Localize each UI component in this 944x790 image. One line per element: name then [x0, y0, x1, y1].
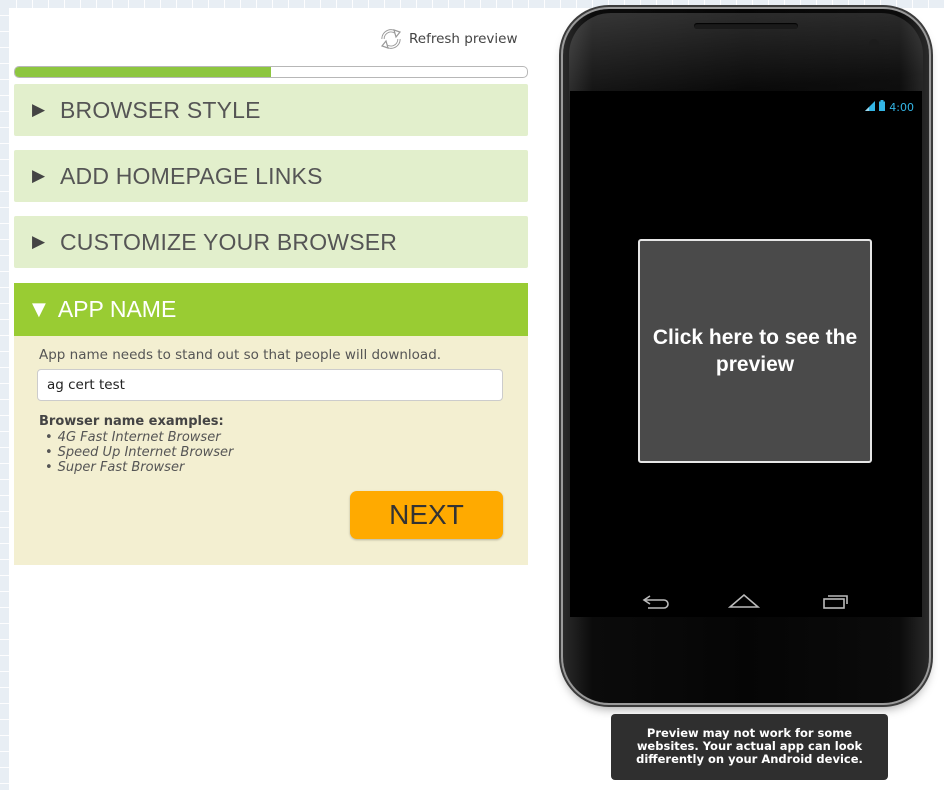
section-browser-style[interactable]: ▶ BROWSER STYLE: [14, 84, 528, 136]
list-item: 4G Fast Internet Browser: [45, 430, 233, 445]
phone-screen: 4:00 Click here to see the preview: [570, 91, 922, 617]
background-grid-top: [0, 0, 944, 8]
section-add-homepage-links[interactable]: ▶ ADD HOMEPAGE LINKS: [14, 150, 528, 202]
expand-arrow-icon: ▶: [32, 166, 46, 186]
examples-title: Browser name examples:: [39, 414, 224, 429]
status-time: 4:00: [889, 100, 914, 114]
section-label: APP NAME: [57, 296, 177, 322]
section-label: ADD HOMEPAGE LINKS: [60, 162, 323, 189]
examples-list: 4G Fast Internet Browser Speed Up Intern…: [45, 430, 234, 475]
android-nav-bar: [570, 591, 922, 623]
list-item: Speed Up Internet Browser: [45, 445, 234, 460]
status-bar: 4:00: [865, 100, 914, 114]
home-icon[interactable]: [727, 591, 761, 615]
refresh-icon: [378, 27, 404, 51]
list-item: Super Fast Browser: [45, 460, 233, 475]
section-label: BROWSER STYLE: [60, 96, 261, 123]
refresh-preview-button[interactable]: Refresh preview: [378, 26, 518, 52]
recent-apps-icon[interactable]: [820, 591, 850, 615]
phone-mockup: 4:00 Click here to see the preview: [563, 9, 929, 703]
collapse-arrow-icon: ▼: [32, 299, 46, 320]
front-camera: [869, 39, 879, 49]
signal-icon: [865, 100, 876, 114]
app-name-description: App name needs to stand out so that peop…: [39, 347, 442, 363]
app-name-input[interactable]: [37, 369, 503, 401]
app-name-panel: App name needs to stand out so that peop…: [14, 336, 528, 565]
refresh-preview-label: Refresh preview: [409, 31, 518, 47]
expand-arrow-icon: ▶: [32, 100, 46, 120]
section-label: CUSTOMIZE YOUR BROWSER: [60, 228, 398, 255]
section-customize-your-browser[interactable]: ▶ CUSTOMIZE YOUR BROWSER: [14, 216, 528, 268]
background-grid-left: [0, 0, 9, 790]
expand-arrow-icon: ▶: [32, 232, 46, 252]
next-button[interactable]: NEXT: [350, 491, 503, 539]
preview-box[interactable]: Click here to see the preview: [638, 239, 872, 463]
progress-bar-fill: [15, 67, 271, 77]
earpiece: [694, 23, 798, 29]
preview-disclaimer-tooltip: Preview may not work for some websites. …: [611, 714, 888, 780]
section-app-name[interactable]: ▼ APP NAME: [14, 283, 528, 336]
preview-text: Click here to see the preview: [652, 326, 858, 376]
battery-icon: [879, 100, 886, 114]
progress-bar: [14, 66, 528, 78]
back-icon[interactable]: [640, 591, 670, 615]
